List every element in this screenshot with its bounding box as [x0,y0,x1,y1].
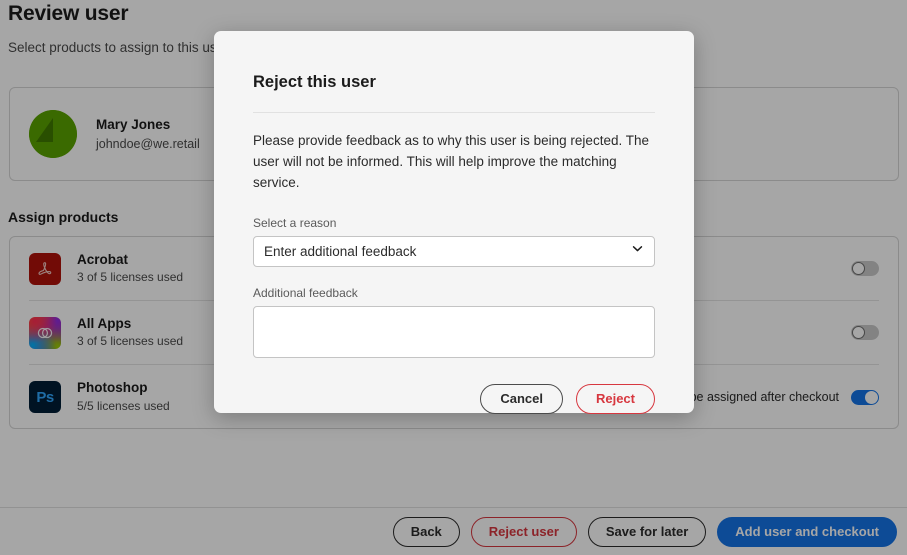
select-reason-label: Select a reason [253,215,337,230]
reject-user-dialog: Reject this user Please provide feedback… [214,31,694,414]
dialog-divider [253,112,655,113]
additional-feedback-textarea[interactable] [254,306,654,357]
select-reason-dropdown[interactable]: Enter additional feedback [253,235,655,267]
reject-button[interactable]: Reject [575,383,655,414]
chevron-down-icon [631,242,644,260]
dialog-title: Reject this user [253,73,376,91]
dialog-actions: Cancel Reject [253,383,655,414]
dialog-body-text: Please provide feedback as to why this u… [253,133,649,190]
additional-feedback-label: Additional feedback [253,285,358,300]
select-reason-value: Enter additional feedback [264,243,417,259]
cancel-button[interactable]: Cancel [480,383,563,414]
additional-feedback-input[interactable] [253,305,655,358]
